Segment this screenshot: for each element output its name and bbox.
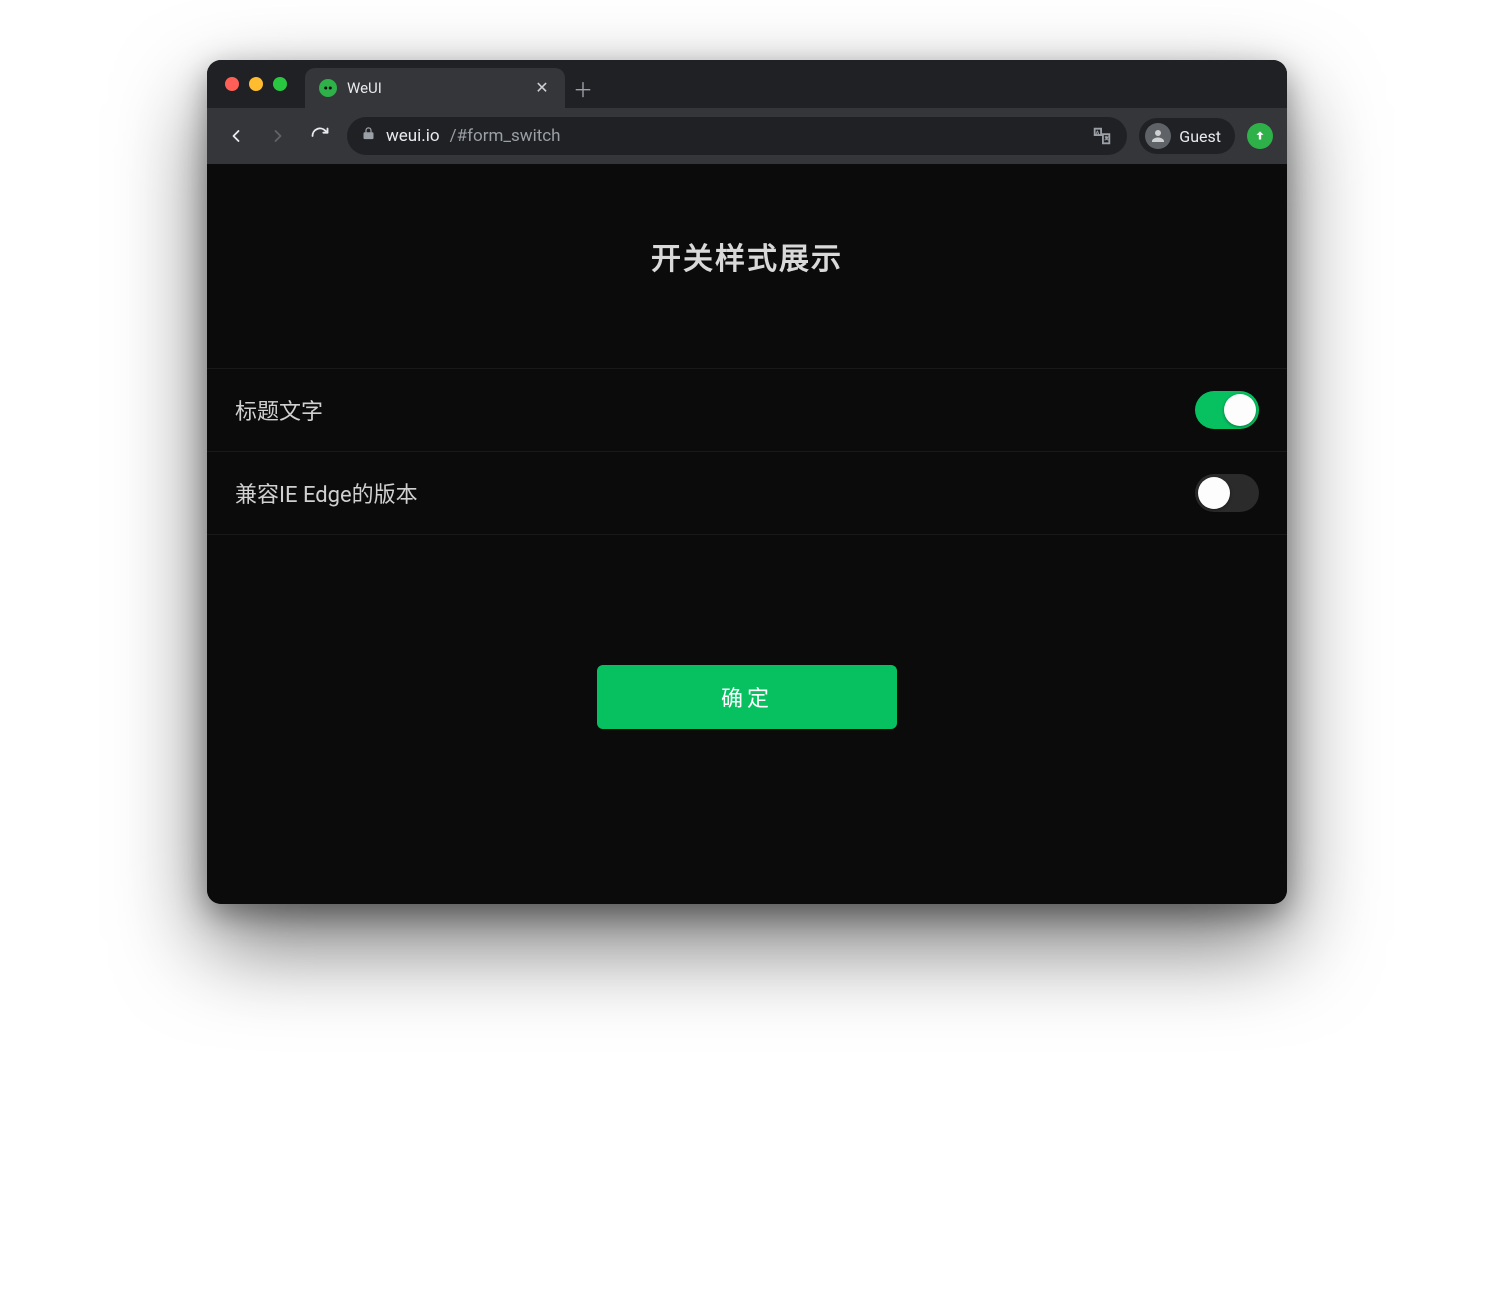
- address-bar[interactable]: weui.io /#form_switch: [347, 117, 1127, 155]
- switch-cell: 兼容IE Edge的版本: [207, 451, 1287, 534]
- browser-window: WeUI ✕ ＋ weui.io /#form_switch: [207, 60, 1287, 904]
- switch-cell-group: 标题文字 兼容IE Edge的版本: [207, 368, 1287, 535]
- switch-label: 兼容IE Edge的版本: [235, 477, 418, 509]
- tab-strip: WeUI ✕ ＋: [305, 60, 1287, 108]
- switch-knob: [1224, 394, 1256, 426]
- new-tab-button[interactable]: ＋: [565, 68, 601, 108]
- extension-update-icon[interactable]: [1247, 123, 1273, 149]
- url-path: /#form_switch: [450, 126, 561, 146]
- wechat-favicon-icon: [319, 79, 337, 97]
- tab-title: WeUI: [347, 79, 523, 97]
- page-content: 开关样式展示 标题文字 兼容IE Edge的版本 确定: [207, 164, 1287, 849]
- profile-label: Guest: [1179, 127, 1221, 146]
- page-title: 开关样式展示: [207, 234, 1287, 278]
- confirm-button[interactable]: 确定: [597, 665, 897, 729]
- switch-cell: 标题文字: [207, 369, 1287, 451]
- minimize-window-button[interactable]: [249, 77, 263, 91]
- browser-tab-active[interactable]: WeUI ✕: [305, 68, 565, 108]
- reload-button[interactable]: [305, 121, 335, 151]
- profile-button[interactable]: Guest: [1139, 118, 1235, 154]
- titlebar: WeUI ✕ ＋: [207, 60, 1287, 108]
- switch-toggle[interactable]: [1195, 474, 1259, 512]
- switch-label: 标题文字: [235, 394, 323, 426]
- forward-button[interactable]: [263, 121, 293, 151]
- window-controls: [225, 60, 305, 108]
- button-area: 确定: [207, 665, 1287, 729]
- page-viewport: 开关样式展示 标题文字 兼容IE Edge的版本 确定: [207, 164, 1287, 904]
- maximize-window-button[interactable]: [273, 77, 287, 91]
- avatar-icon: [1145, 123, 1171, 149]
- lock-icon: [361, 126, 376, 146]
- switch-toggle[interactable]: [1195, 391, 1259, 429]
- back-button[interactable]: [221, 121, 251, 151]
- translate-icon[interactable]: [1091, 125, 1113, 147]
- close-window-button[interactable]: [225, 77, 239, 91]
- close-tab-icon[interactable]: ✕: [533, 79, 551, 97]
- switch-knob: [1198, 477, 1230, 509]
- url-host: weui.io: [386, 126, 440, 146]
- browser-toolbar: weui.io /#form_switch Guest: [207, 108, 1287, 164]
